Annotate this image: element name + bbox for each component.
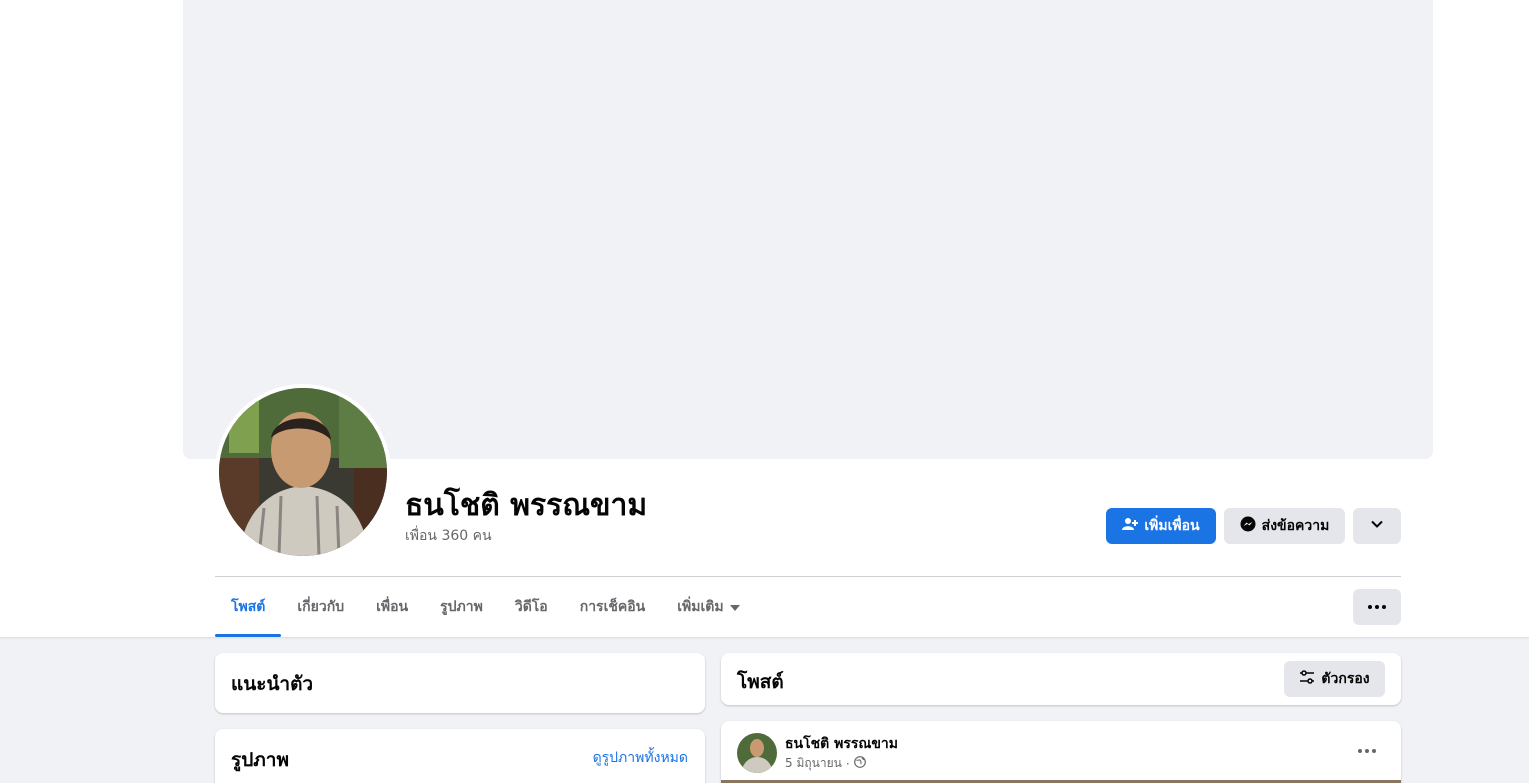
add-person-icon <box>1122 516 1139 536</box>
caret-down-icon <box>729 605 740 611</box>
tab-posts[interactable]: โพสต์ <box>215 577 282 637</box>
see-all-photos-link[interactable]: ดูรูปภาพทั้งหมด <box>593 747 688 769</box>
profile-tabs: โพสต์ เกี่ยวกับ เพื่อน รูปภาพ วิดีโอ การ… <box>215 577 756 637</box>
more-dots-icon <box>1367 605 1388 609</box>
add-friend-button[interactable]: เพิ่มเพื่อน <box>1106 508 1216 544</box>
posts-header-card: โพสต์ ตัวกรอง <box>721 653 1401 705</box>
message-label: ส่งข้อความ <box>1261 518 1330 534</box>
post-author-name[interactable]: ธนโชติ พรรณขาม <box>785 733 898 755</box>
tab-friends[interactable]: เพื่อน <box>360 577 424 637</box>
add-friend-label: เพิ่มเพื่อน <box>1144 518 1200 534</box>
tab-about[interactable]: เกี่ยวกับ <box>281 577 360 637</box>
tab-videos[interactable]: วิดีโอ <box>499 577 564 637</box>
profile-avatar[interactable] <box>219 388 387 556</box>
photos-card: รูปภาพ ดูรูปภาพทั้งหมด <box>215 729 705 783</box>
filter-button[interactable]: ตัวกรอง <box>1284 661 1385 697</box>
tab-checkins[interactable]: การเช็คอิน <box>564 577 662 637</box>
friend-count[interactable]: เพื่อน 360 คน <box>405 525 492 547</box>
post-options-icon[interactable] <box>1345 739 1389 763</box>
profile-name: ธนโชติ พรรณขาม <box>405 488 648 523</box>
filter-icon <box>1299 669 1315 689</box>
globe-icon <box>853 756 866 771</box>
intro-card: แนะนำตัว <box>215 653 705 713</box>
post-date[interactable]: 5 มิถุนายน <box>785 754 842 773</box>
posts-title: โพสต์ <box>737 671 784 693</box>
messenger-icon <box>1240 516 1256 536</box>
post-meta: 5 มิถุนายน · <box>785 754 866 773</box>
tab-more[interactable]: เพิ่มเติม <box>661 577 755 637</box>
tabs-more-button[interactable] <box>1353 589 1401 625</box>
more-actions-button[interactable] <box>1353 508 1401 544</box>
post-author-avatar[interactable] <box>737 733 777 773</box>
post-card: ธนโชติ พรรณขาม 5 มิถุนายน · <box>721 721 1401 783</box>
cover-photo[interactable] <box>183 0 1433 459</box>
filter-label: ตัวกรอง <box>1321 671 1370 687</box>
intro-title: แนะนำตัว <box>231 673 314 695</box>
photos-title: รูปภาพ <box>231 749 289 771</box>
tab-photos[interactable]: รูปภาพ <box>424 577 499 637</box>
meta-separator: · <box>845 756 850 771</box>
message-button[interactable]: ส่งข้อความ <box>1224 508 1345 544</box>
chevron-down-icon <box>1370 517 1384 535</box>
